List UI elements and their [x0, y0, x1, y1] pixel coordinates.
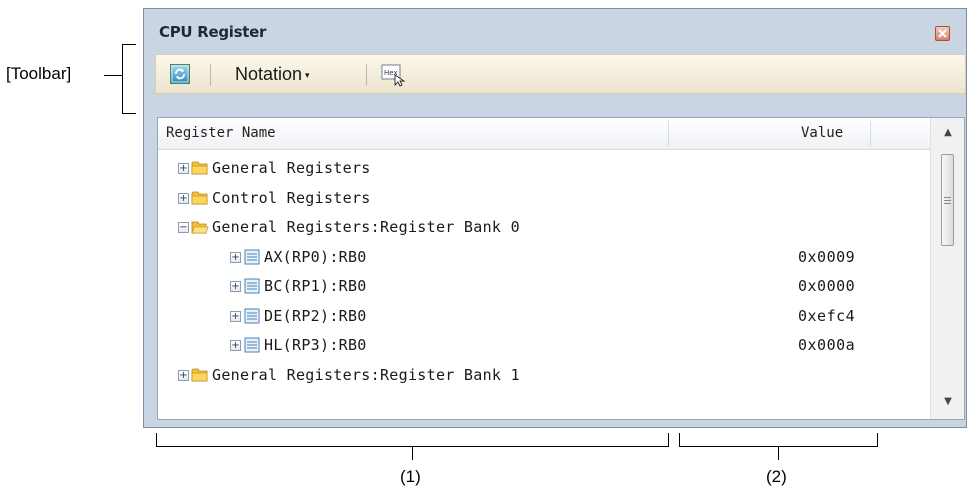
close-icon[interactable] — [935, 26, 950, 41]
register-value[interactable]: 0x000a — [798, 336, 855, 354]
panel-titlebar: CPU Register — [144, 9, 966, 50]
toolbar-separator — [366, 64, 367, 86]
panel-title: CPU Register — [159, 23, 267, 41]
folder-closed-icon — [191, 190, 209, 206]
hex-icon[interactable]: Hex — [381, 63, 407, 87]
scroll-down-icon[interactable]: ▼ — [940, 394, 956, 410]
table-row[interactable]: + Control Registers — [158, 184, 931, 213]
toolbar-annotation-tick — [104, 75, 122, 76]
table-row[interactable]: + HL(RP3):RB0 0x000a — [158, 331, 931, 360]
register-name: General Registers:Register Bank 0 — [212, 218, 520, 236]
table-row[interactable]: + BC(RP1):RB0 0x0000 — [158, 272, 931, 301]
vertical-scrollbar[interactable]: ▲ ▼ — [930, 118, 964, 419]
expand-icon[interactable]: + — [230, 310, 241, 322]
folder-closed-icon — [191, 367, 209, 383]
register-icon — [243, 249, 261, 265]
cpu-register-panel: CPU Register Notation ▾ Hex Register Nam… — [143, 8, 967, 428]
expand-icon[interactable]: + — [230, 281, 241, 292]
toolbar-annotation-bracket-bottom — [122, 113, 136, 114]
scrollbar-thumb[interactable] — [941, 154, 954, 246]
register-value[interactable]: 0xefc4 — [798, 307, 855, 325]
expand-icon[interactable]: + — [178, 163, 189, 174]
folder-open-icon — [191, 219, 209, 235]
toolbar-annotation-bracket-top — [122, 44, 136, 45]
expand-icon[interactable]: + — [230, 251, 241, 263]
register-name: General Registers — [212, 159, 371, 177]
expand-icon[interactable]: + — [230, 340, 241, 351]
toolbar: Notation ▾ Hex — [155, 54, 966, 94]
register-name: AX(RP0):RB0 — [264, 247, 367, 266]
expand-icon[interactable]: + — [178, 369, 189, 381]
column2-bracket-right — [877, 433, 878, 447]
chevron-down-icon: ▾ — [305, 70, 310, 81]
column1-bracket-right — [668, 433, 669, 447]
refresh-icon[interactable] — [170, 64, 190, 84]
register-name: Control Registers — [212, 188, 371, 207]
column-header-register-name[interactable]: Register Name — [166, 118, 276, 149]
table-row[interactable]: − General Registers:Register Bank 0 — [158, 213, 931, 242]
register-tree-panel: Register Name Value + General Registers + C… — [157, 117, 965, 420]
register-icon — [243, 337, 261, 353]
register-value[interactable]: 0x0000 — [798, 277, 855, 295]
column1-bracket-left — [156, 433, 157, 447]
register-name: General Registers:Register Bank 1 — [212, 365, 520, 384]
register-name: HL(RP3):RB0 — [264, 336, 367, 354]
table-header: Register Name Value — [158, 118, 931, 150]
register-name: DE(RP2):RB0 — [264, 306, 367, 325]
table-row[interactable]: + DE(RP2):RB0 0xefc4 — [158, 302, 931, 331]
register-icon — [243, 308, 261, 324]
column2-bracket-left — [679, 433, 680, 447]
notation-dropdown[interactable]: Notation ▾ — [235, 62, 310, 86]
folder-closed-icon — [191, 160, 209, 176]
table-row[interactable]: + General Registers:Register Bank 1 — [158, 361, 931, 390]
table-row[interactable]: + General Registers — [158, 154, 931, 183]
toolbar-separator — [210, 64, 211, 86]
register-name: BC(RP1):RB0 — [264, 277, 367, 295]
scroll-up-icon[interactable]: ▲ — [940, 125, 956, 141]
collapse-icon[interactable]: − — [178, 222, 189, 233]
expand-icon[interactable]: + — [178, 192, 189, 204]
toolbar-annotation-label: [Toolbar] — [6, 64, 72, 83]
column-divider[interactable] — [668, 121, 669, 146]
column1-bracket-tick — [412, 446, 413, 460]
toolbar-annotation-bracket — [122, 44, 123, 114]
register-value[interactable]: 0x0009 — [798, 248, 855, 266]
table-row[interactable]: + AX(RP0):RB0 0x0009 — [158, 243, 931, 272]
column2-bracket-tick — [778, 446, 779, 460]
column2-annotation-label: (2) — [766, 467, 787, 486]
register-icon — [243, 278, 261, 294]
column-divider[interactable] — [870, 121, 871, 146]
notation-label: Notation — [235, 64, 303, 84]
column-header-value[interactable]: Value — [801, 118, 843, 149]
column1-annotation-label: (1) — [400, 467, 421, 486]
